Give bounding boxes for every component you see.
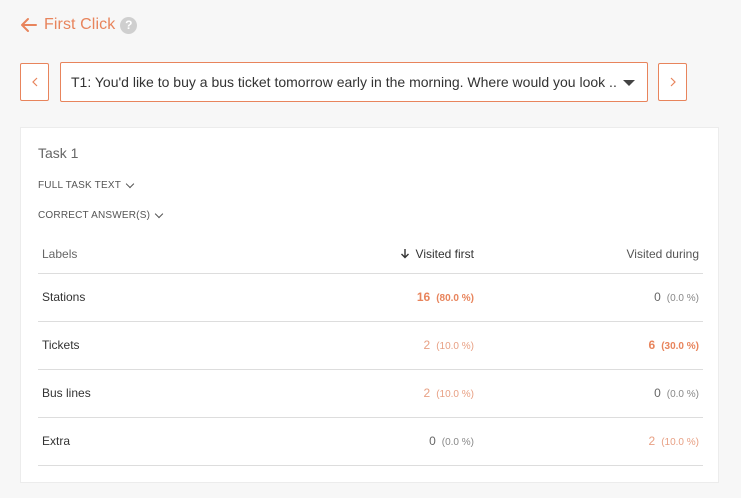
visited-first-cell: 2 (10.0 %) [288, 321, 478, 370]
visited-first-percent: (0.0 %) [441, 437, 474, 448]
page: First Click ? T1: You'd like to buy a bu… [0, 0, 741, 498]
column-header-labels: Labels [38, 235, 288, 274]
visited-during-cell: 0 (0.0 %) [478, 369, 703, 418]
help-icon[interactable]: ? [120, 16, 138, 34]
column-header-visited-first[interactable]: Visited first [288, 235, 478, 274]
visited-during-percent: (0.0 %) [666, 293, 699, 304]
full-task-text-toggle[interactable]: FULL TASK TEXT [38, 179, 135, 191]
task-select-value: T1: You'd like to buy a bus ticket tomor… [71, 74, 616, 90]
visited-during-cell: 2 (10.0 %) [478, 417, 703, 466]
row-label: Tickets [38, 321, 288, 370]
task-select[interactable]: T1: You'd like to buy a bus ticket tomor… [60, 62, 648, 102]
sort-down-arrow-icon [400, 248, 409, 259]
chevron-left-icon [31, 77, 37, 87]
table-row: Bus lines 2 (10.0 %) 0 (0.0 %) [38, 369, 703, 418]
visited-first-value: 2 [423, 386, 431, 400]
task-label: Task 1 [38, 145, 79, 161]
chevron-down-icon [154, 209, 164, 219]
visited-first-value: 2 [423, 338, 431, 352]
row-label: Extra [38, 417, 288, 466]
visited-first-cell: 16 (80.0 %) [288, 273, 478, 322]
chevron-right-icon [670, 77, 676, 87]
visited-first-cell: 2 (10.0 %) [288, 369, 478, 418]
visited-first-value: 0 [429, 434, 436, 448]
visited-first-percent: (10.0 %) [436, 341, 474, 352]
table-row: Stations 16 (80.0 %) 0 (0.0 %) [38, 273, 703, 322]
table-row: Tickets 2 (10.0 %) 6 (30.0 %) [38, 321, 703, 370]
header: First Click ? [20, 14, 138, 36]
table-row: Extra 0 (0.0 %) 2 (10.0 %) [38, 417, 703, 466]
visited-during-percent: (30.0 %) [661, 341, 699, 352]
correct-answers-toggle[interactable]: CORRECT ANSWER(S) [38, 209, 164, 221]
visited-during-value: 2 [648, 434, 656, 448]
page-title: First Click [44, 16, 116, 33]
row-label: Bus lines [38, 369, 288, 418]
visited-first-percent: (80.0 %) [436, 293, 474, 304]
visited-during-percent: (10.0 %) [661, 437, 699, 448]
visited-first-percent: (10.0 %) [436, 389, 474, 400]
row-label: Stations [38, 273, 288, 322]
visited-during-cell: 0 (0.0 %) [478, 273, 703, 322]
previous-task-button[interactable] [20, 63, 49, 101]
visited-first-value: 16 [416, 290, 431, 304]
visited-during-value: 0 [654, 386, 661, 400]
back-arrow-icon[interactable] [20, 16, 38, 34]
results-table: Labels Visited first Visited during Stat… [38, 235, 703, 466]
visited-during-cell: 6 (30.0 %) [478, 321, 703, 370]
visited-during-percent: (0.0 %) [666, 389, 699, 400]
full-task-text-label: FULL TASK TEXT [38, 180, 122, 191]
visited-during-value: 6 [648, 338, 656, 352]
column-header-visited-during[interactable]: Visited during [478, 235, 703, 274]
task-results-card: Task 1 FULL TASK TEXT CORRECT ANSWER(S) … [20, 127, 719, 483]
chevron-down-icon [125, 179, 135, 189]
visited-during-value: 0 [654, 290, 661, 304]
visited-first-label: Visited first [415, 246, 474, 261]
correct-answers-label: CORRECT ANSWER(S) [38, 210, 151, 221]
visited-first-cell: 0 (0.0 %) [288, 417, 478, 466]
table-header-row: Labels Visited first Visited during [38, 235, 703, 274]
next-task-button[interactable] [658, 63, 687, 101]
caret-down-icon [623, 80, 635, 86]
